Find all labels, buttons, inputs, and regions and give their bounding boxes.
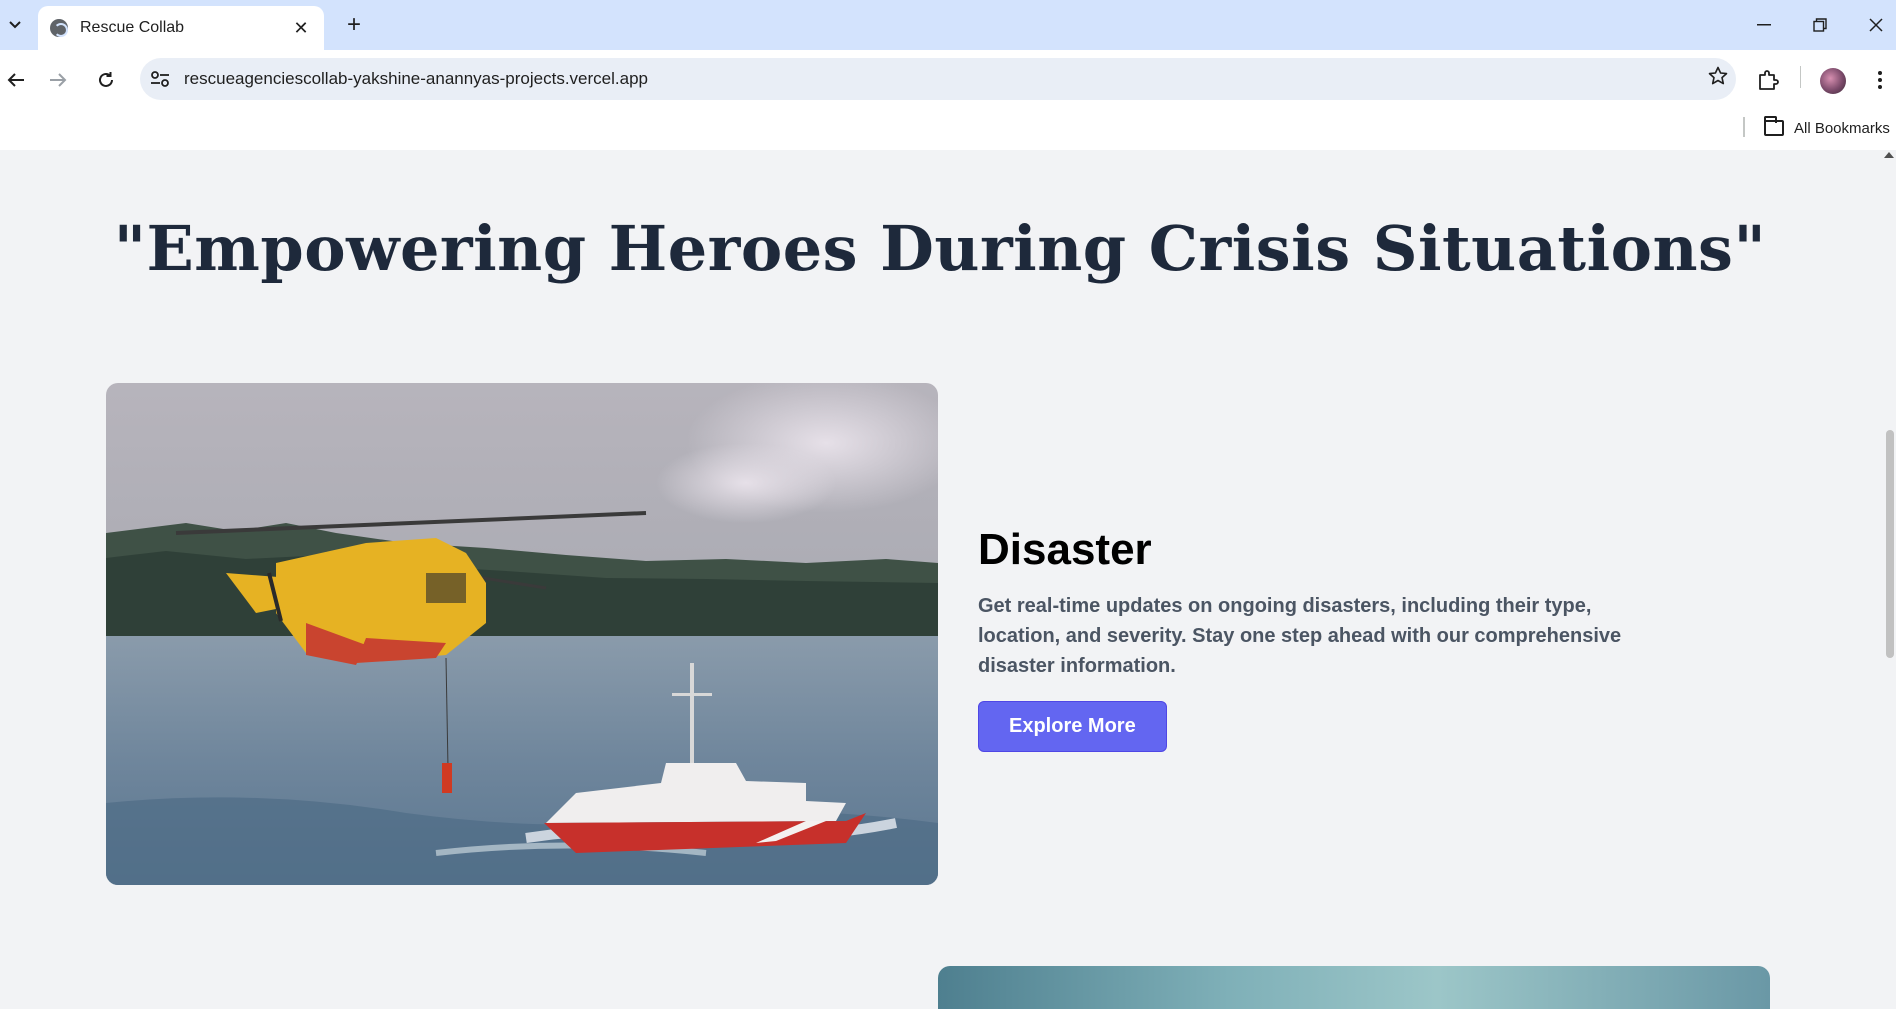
scroll-up-arrow-icon[interactable] xyxy=(1884,152,1894,158)
section-heading: Disaster xyxy=(978,525,1152,574)
address-bar[interactable]: rescueagenciescollab-yakshine-anannyas-p… xyxy=(140,58,1736,100)
toolbar-divider xyxy=(1800,66,1801,88)
globe-icon xyxy=(50,19,68,37)
browser-titlebar: Rescue Collab ✕ + xyxy=(0,0,1896,50)
page-content: "Empowering Heroes During Crisis Situati… xyxy=(0,150,1880,1009)
close-icon[interactable]: ✕ xyxy=(290,18,312,39)
bookmarks-divider xyxy=(1743,117,1745,137)
disaster-section: Disaster Get real-time updates on ongoin… xyxy=(978,525,1638,752)
next-section-image xyxy=(938,966,1770,1009)
disaster-image xyxy=(106,383,938,885)
all-bookmarks-button[interactable]: All Bookmarks xyxy=(1764,115,1890,141)
url-text[interactable]: rescueagenciescollab-yakshine-anannyas-p… xyxy=(184,69,1700,89)
browser-tab[interactable]: Rescue Collab ✕ xyxy=(38,6,324,50)
bookmarks-bar: All Bookmarks xyxy=(0,108,1896,150)
section-description: Get real-time updates on ongoing disaste… xyxy=(978,595,1622,677)
chevron-down-icon[interactable] xyxy=(2,10,28,40)
avatar[interactable] xyxy=(1820,68,1846,94)
tab-title: Rescue Collab xyxy=(80,19,185,36)
star-icon[interactable] xyxy=(1700,66,1736,92)
explore-more-button[interactable]: Explore More xyxy=(978,701,1167,752)
arrow-right-icon[interactable] xyxy=(42,64,74,96)
tune-icon[interactable] xyxy=(148,67,172,91)
reload-icon[interactable] xyxy=(90,64,122,96)
arrow-left-icon[interactable] xyxy=(0,64,32,96)
folder-icon xyxy=(1764,116,1784,136)
scrollbar-thumb[interactable] xyxy=(1886,430,1894,658)
all-bookmarks-label: All Bookmarks xyxy=(1794,119,1890,137)
restore-icon[interactable] xyxy=(1800,10,1840,40)
browser-toolbar: rescueagenciescollab-yakshine-anannyas-p… xyxy=(0,50,1896,108)
kebab-menu-icon[interactable] xyxy=(1866,64,1894,96)
puzzle-icon[interactable] xyxy=(1752,64,1784,96)
plus-icon[interactable]: + xyxy=(340,12,368,40)
minimize-icon[interactable] xyxy=(1744,10,1784,40)
hero-title: "Empowering Heroes During Crisis Situati… xyxy=(113,212,1767,285)
close-icon[interactable] xyxy=(1856,10,1896,40)
